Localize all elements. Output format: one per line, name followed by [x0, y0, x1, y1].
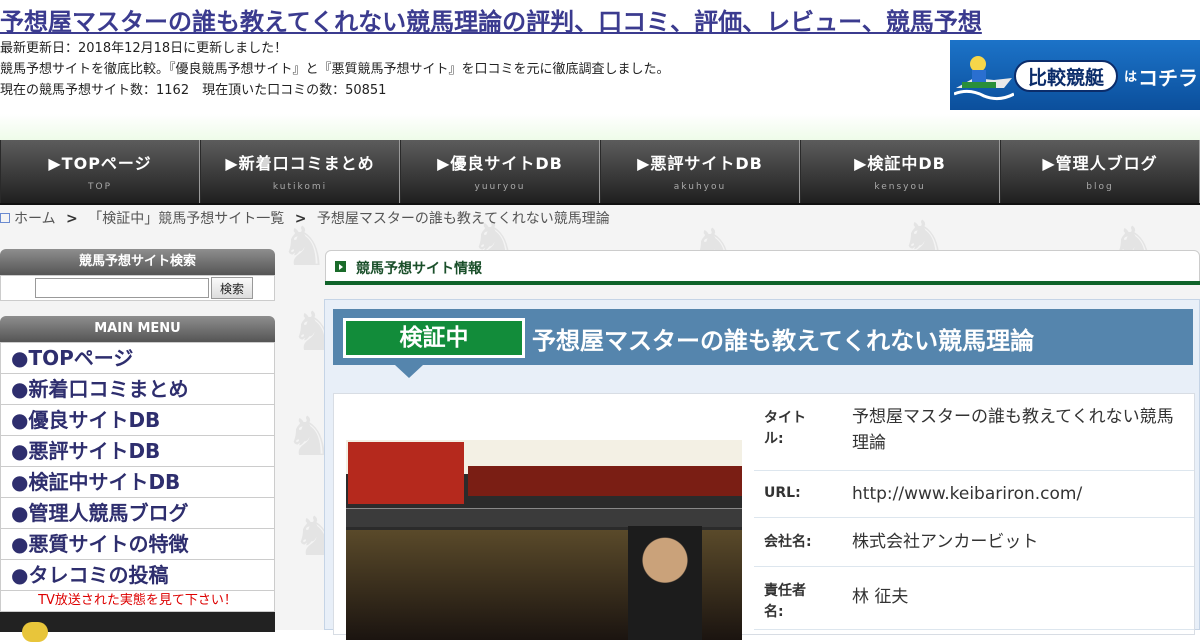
- site-heading: 予想屋マスターの誰も教えてくれない競馬理論: [532, 327, 1035, 355]
- nav-item-label: ▶管理人ブログ: [1042, 154, 1158, 173]
- nav-item-sub: kensyou: [874, 182, 926, 192]
- main-menu-list: ●TOPページ ●新着口コミまとめ ●優良サイトDB ●悪評サイトDB ●検証中…: [0, 342, 275, 591]
- site-info-card: タイトル: 予想屋マスターの誰も教えてくれない競馬理論 URL: http://…: [333, 393, 1195, 640]
- nav-item-blog[interactable]: ▶管理人ブログ blog: [1000, 140, 1200, 203]
- menu-item-top[interactable]: ●TOPページ: [0, 342, 275, 374]
- banner-label: 比較競艇: [1014, 60, 1118, 92]
- nav-item-label: ▶悪評サイトDB: [637, 154, 763, 173]
- tv-thumbnail-icon: [22, 622, 48, 642]
- sidebar-main-menu: MAIN MENU ●TOPページ ●新着口コミまとめ ●優良サイトDB ●悪評…: [0, 316, 275, 642]
- nav-item-label: ▶TOPページ: [48, 154, 152, 173]
- tv-thumbnail[interactable]: [0, 612, 275, 642]
- sidebar-search-title: 競馬予想サイト検索: [0, 249, 275, 275]
- site-title-link[interactable]: 予想屋マスターの誰も教えてくれない競馬理論の評判、口コミ、評価、レビュー、競馬予…: [0, 2, 982, 37]
- info-key: URL:: [764, 485, 801, 501]
- nav-item-top[interactable]: ▶TOPページ TOP: [0, 140, 200, 203]
- info-value: 予想屋マスターの誰も教えてくれない競馬理論: [852, 407, 1174, 453]
- site-info-tab: 競馬予想サイト情報: [325, 250, 1200, 284]
- info-key: タイトル:: [764, 410, 806, 447]
- nav-item-label: ▶検証中DB: [854, 154, 946, 173]
- header-divider: [0, 114, 1200, 140]
- screenshot-banner-image: [468, 466, 742, 496]
- site-heading-bar: 検証中 予想屋マスターの誰も教えてくれない競馬理論: [333, 309, 1193, 378]
- site-info-table: タイトル: 予想屋マスターの誰も教えてくれない競馬理論 URL: http://…: [754, 394, 1194, 630]
- nav-item-sub: yuuryou: [474, 182, 526, 192]
- menu-item-yuuryou[interactable]: ●優良サイトDB: [0, 405, 275, 436]
- info-row-url: URL: http://www.keibariron.com/: [754, 471, 1194, 518]
- boat-racer-icon: [954, 56, 1014, 101]
- nav-item-label: ▶新着口コミまとめ: [225, 154, 375, 173]
- nav-item-akuhyou[interactable]: ▶悪評サイトDB akuhyou: [600, 140, 800, 203]
- nav-item-sub: blog: [1086, 182, 1114, 192]
- breadcrumb-home-link[interactable]: ホーム: [14, 211, 56, 227]
- screenshot-nav-image: [346, 508, 742, 527]
- site-info-tab-label: 競馬予想サイト情報: [356, 261, 482, 277]
- menu-item-kutikomi[interactable]: ●新着口コミまとめ: [0, 374, 275, 405]
- breadcrumb-list-link[interactable]: 「検証中」競馬予想サイト一覧: [88, 211, 284, 227]
- breadcrumb-current: 予想屋マスターの誰も教えてくれない競馬理論: [316, 211, 610, 227]
- home-square-icon: [0, 213, 10, 223]
- info-row-manager: 責任者名: 林 征夫: [754, 567, 1194, 630]
- tv-note-link[interactable]: TV放送された実態を見て下さい！: [0, 591, 275, 612]
- info-row-title: タイトル: 予想屋マスターの誰も教えてくれない競馬理論: [754, 394, 1194, 471]
- info-key: 責任者名:: [764, 583, 806, 620]
- heading-pointer-icon: [395, 365, 423, 378]
- screenshot-logo-image: [348, 442, 464, 504]
- info-row-company: 会社名: 株式会社アンカービット: [754, 518, 1194, 567]
- menu-item-tarekomi[interactable]: ●タレコミの投稿: [0, 560, 275, 591]
- banner-ha-text: は: [1124, 70, 1138, 85]
- global-nav: ▶TOPページ TOP ▶新着口コミまとめ kutikomi ▶優良サイトDB …: [0, 140, 1200, 205]
- menu-item-akuhyou[interactable]: ●悪評サイトDB: [0, 436, 275, 467]
- info-value: 株式会社アンカービット: [852, 532, 1039, 552]
- header-info: 最新更新日：2018年12月18日に更新しました！ 競馬予想サイトを徹底比較。『…: [0, 38, 670, 101]
- site-counts-text: 現在の競馬予想サイト数：1162 現在頂いた口コミの数：50851: [0, 83, 387, 98]
- search-form: 検索: [0, 275, 275, 301]
- nav-item-kensyou[interactable]: ▶検証中DB kensyou: [800, 140, 1000, 203]
- menu-item-blog[interactable]: ●管理人競馬ブログ: [0, 498, 275, 529]
- nav-item-kutikomi[interactable]: ▶新着口コミまとめ kutikomi: [200, 140, 400, 203]
- nav-item-label: ▶優良サイトDB: [437, 154, 563, 173]
- breadcrumb-separator: >: [294, 211, 307, 227]
- breadcrumb: ホーム > 「検証中」競馬予想サイト一覧 > 予想屋マスターの誰も教えてくれない…: [0, 208, 610, 228]
- site-url-link[interactable]: http://www.keibariron.com/: [852, 481, 1182, 507]
- screenshot-person-image: [628, 526, 702, 640]
- site-info-panel: 検証中 予想屋マスターの誰も教えてくれない競馬理論 タイトル: 予想屋マスターの…: [324, 299, 1200, 640]
- info-key: 会社名:: [764, 534, 812, 550]
- play-square-icon: [335, 261, 346, 272]
- search-button[interactable]: 検索: [211, 277, 253, 299]
- info-value: 林 征夫: [852, 587, 909, 607]
- menu-item-kensyou[interactable]: ●検証中サイトDB: [0, 467, 275, 498]
- nav-item-sub: akuhyou: [673, 182, 727, 192]
- status-badge: 検証中: [343, 318, 525, 358]
- main-menu-title: MAIN MENU: [0, 316, 275, 342]
- boat-race-banner[interactable]: 比較競艇 は コチラ: [950, 40, 1200, 110]
- site-intro-text: 競馬予想サイトを徹底比較。『優良競馬予想サイト』と『悪質競馬予想サイト』を口コミ…: [0, 62, 670, 77]
- breadcrumb-separator: >: [66, 211, 78, 227]
- search-input[interactable]: [35, 278, 209, 298]
- last-updated-text: 最新更新日：2018年12月18日に更新しました！: [0, 41, 288, 56]
- banner-kochira-text: コチラ: [1138, 66, 1198, 90]
- site-screenshot[interactable]: [346, 440, 742, 640]
- tab-underline: [325, 281, 1200, 285]
- nav-item-yuuryou[interactable]: ▶優良サイトDB yuuryou: [400, 140, 600, 203]
- nav-item-sub: TOP: [87, 182, 112, 192]
- menu-item-bad-features[interactable]: ●悪質サイトの特徴: [0, 529, 275, 560]
- sidebar-search: 競馬予想サイト検索 検索: [0, 249, 275, 301]
- nav-item-sub: kutikomi: [272, 182, 328, 192]
